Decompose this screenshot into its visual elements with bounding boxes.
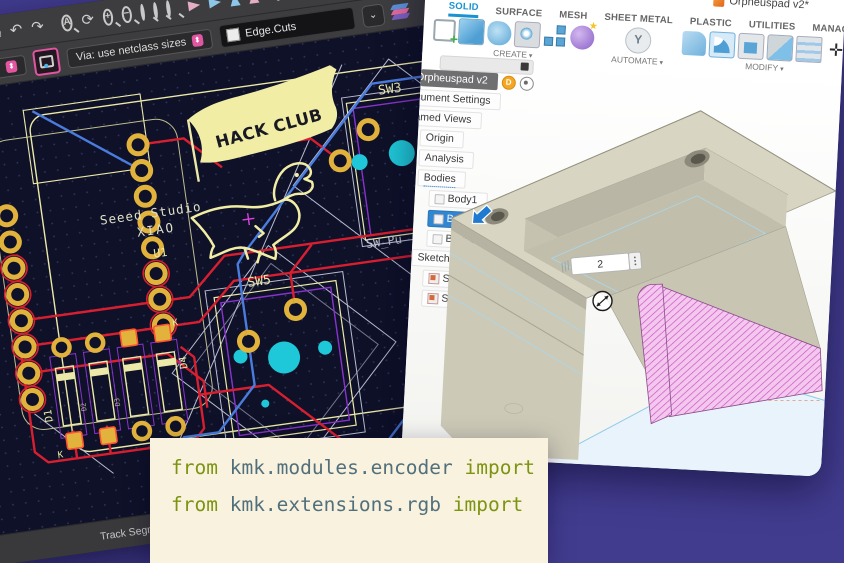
diode-refdes-d1: D1 bbox=[42, 409, 56, 423]
ribbon-divider bbox=[602, 25, 604, 59]
track-width-label: th bbox=[0, 62, 1, 75]
layer-color-swatch bbox=[226, 28, 241, 43]
code-line-1: from kmk.modules.encoder import bbox=[171, 449, 548, 486]
redo-icon[interactable]: ↷ bbox=[30, 19, 45, 36]
pad-number-1: 1 bbox=[291, 297, 296, 306]
ribbon-divider bbox=[672, 28, 674, 62]
automate-icon[interactable] bbox=[624, 27, 651, 54]
dimension-value: 2 bbox=[597, 258, 604, 270]
toolbar-separator bbox=[266, 0, 269, 5]
fillet-icon[interactable] bbox=[708, 31, 735, 58]
collage-stage: ⎙ ↶ ↷ A ⟳ + − ai03 : 0.7937 mm (31.25 m bbox=[0, 0, 844, 563]
hole-icon[interactable] bbox=[514, 21, 541, 48]
combine-icon[interactable] bbox=[766, 34, 793, 61]
layer-dropdown-button[interactable]: ⌄ bbox=[361, 3, 386, 28]
document-icon bbox=[713, 0, 725, 6]
stepper-icon[interactable]: ⬍ bbox=[5, 59, 17, 72]
via-size-label: Via: use netclass sizes bbox=[75, 36, 187, 63]
press-pull-icon[interactable] bbox=[681, 31, 706, 56]
rotate-cw-icon[interactable] bbox=[208, 0, 221, 8]
create-form-icon[interactable] bbox=[570, 25, 595, 50]
zoom-fit-icon[interactable]: A bbox=[60, 14, 73, 32]
print-icon[interactable]: ⎙ bbox=[0, 25, 2, 42]
diode-refdes-d4: D4 bbox=[177, 355, 191, 369]
fusion360-window: Orpheuspad v2* SOLID SURFACE MESH SHEET … bbox=[401, 0, 844, 477]
diode-refdes-d2: D2 bbox=[79, 402, 88, 411]
layers-manager-icon[interactable] bbox=[391, 2, 411, 20]
zoom-selection-icon[interactable] bbox=[139, 4, 145, 21]
code-editor-snippet[interactable]: from kmk.modules.encoder import from kmk… bbox=[150, 438, 548, 563]
stepper-icon[interactable]: ⬍ bbox=[191, 33, 203, 46]
flip-horizontal-icon[interactable] bbox=[229, 0, 241, 6]
flip-direction-icon[interactable] bbox=[593, 291, 613, 311]
rotate-ccw-icon[interactable] bbox=[187, 0, 200, 11]
revolve-icon[interactable] bbox=[487, 21, 512, 46]
diode-refdes-d3: D3 bbox=[113, 397, 122, 406]
tab-solid[interactable]: SOLID bbox=[448, 1, 479, 19]
xiao-refdes: U1 bbox=[152, 245, 168, 261]
track-width-selector[interactable]: th ⬍ bbox=[0, 54, 27, 80]
layer-selector-label: Edge.Cuts bbox=[244, 20, 297, 39]
via-icon bbox=[39, 54, 55, 68]
flip-vertical-icon[interactable] bbox=[247, 0, 259, 3]
pattern-icon[interactable] bbox=[543, 24, 568, 49]
create-sketch-icon[interactable] bbox=[433, 19, 456, 42]
zoom-in-icon[interactable]: + bbox=[102, 8, 114, 26]
shell-icon[interactable] bbox=[737, 33, 764, 60]
extrude-icon[interactable] bbox=[458, 18, 485, 45]
document-title: Orpheuspad v2* bbox=[729, 0, 809, 11]
refresh-icon[interactable]: ⟳ bbox=[81, 12, 96, 29]
grid-settings-icon[interactable] bbox=[275, 0, 279, 1]
fusion-document-tab[interactable]: Orpheuspad v2* bbox=[713, 0, 809, 11]
offset-face-icon[interactable] bbox=[795, 36, 822, 63]
via-tool-button[interactable] bbox=[32, 47, 61, 76]
undo-icon[interactable]: ↶ bbox=[9, 22, 24, 39]
code-line-3 bbox=[171, 523, 548, 560]
pad-number-2: 2 bbox=[243, 329, 248, 338]
toolbar-separator bbox=[51, 15, 54, 35]
code-line-2: from kmk.extensions.rgb import bbox=[171, 486, 548, 523]
move-copy-icon[interactable] bbox=[824, 38, 844, 63]
zoom-out-icon[interactable]: − bbox=[121, 6, 133, 24]
model-viewport[interactable]: 2 bbox=[401, 51, 842, 476]
